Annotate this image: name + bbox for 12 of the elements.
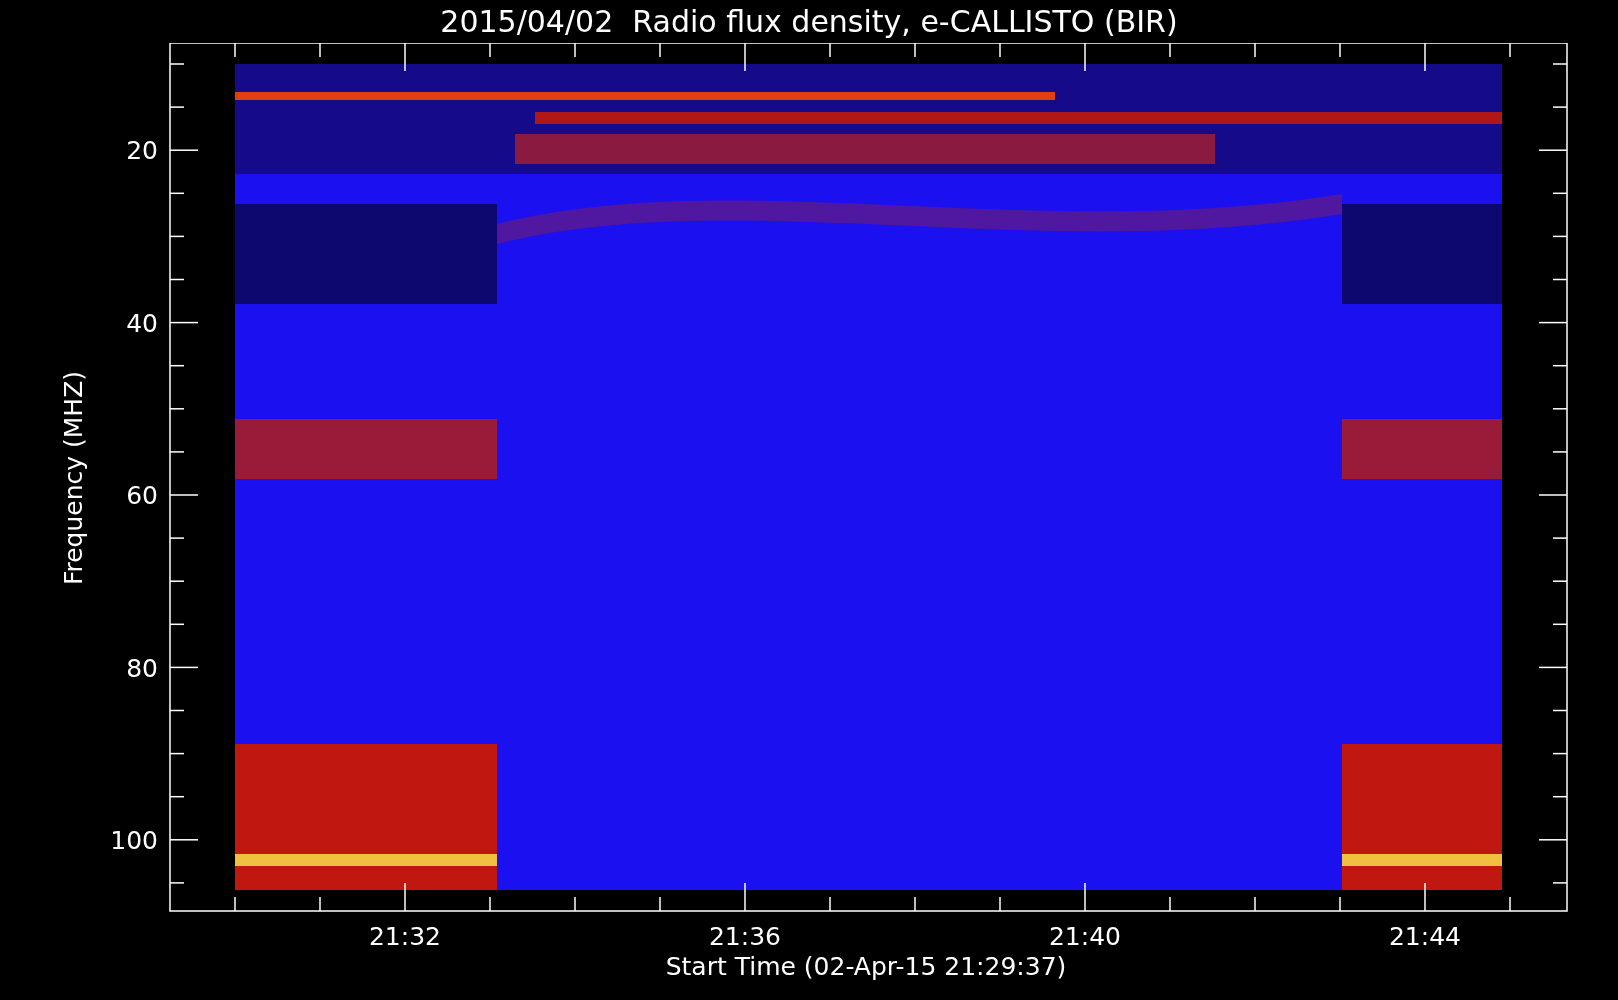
axis-tick-label: 21:32	[369, 922, 441, 951]
chart-title: 2015/04/02 Radio flux density, e-CALLISTO (BIR)	[440, 6, 1178, 37]
axis-title: Start Time (02-Apr-15 21:29:37)	[665, 952, 1067, 981]
axis-tick-label: 20	[126, 136, 158, 165]
axis-tick-label: 21:36	[709, 922, 781, 951]
axis-tick-label: 21:40	[1049, 922, 1121, 951]
axis-tick-label: 40	[126, 308, 158, 338]
axis-tick-label: 21:44	[1389, 922, 1461, 951]
axis-tick-label: 100	[110, 826, 158, 855]
axis-title: Frequency (MHZ)	[59, 370, 88, 586]
axis-tick-label: 60	[126, 481, 158, 510]
axis-tick-label: 80	[126, 653, 158, 683]
